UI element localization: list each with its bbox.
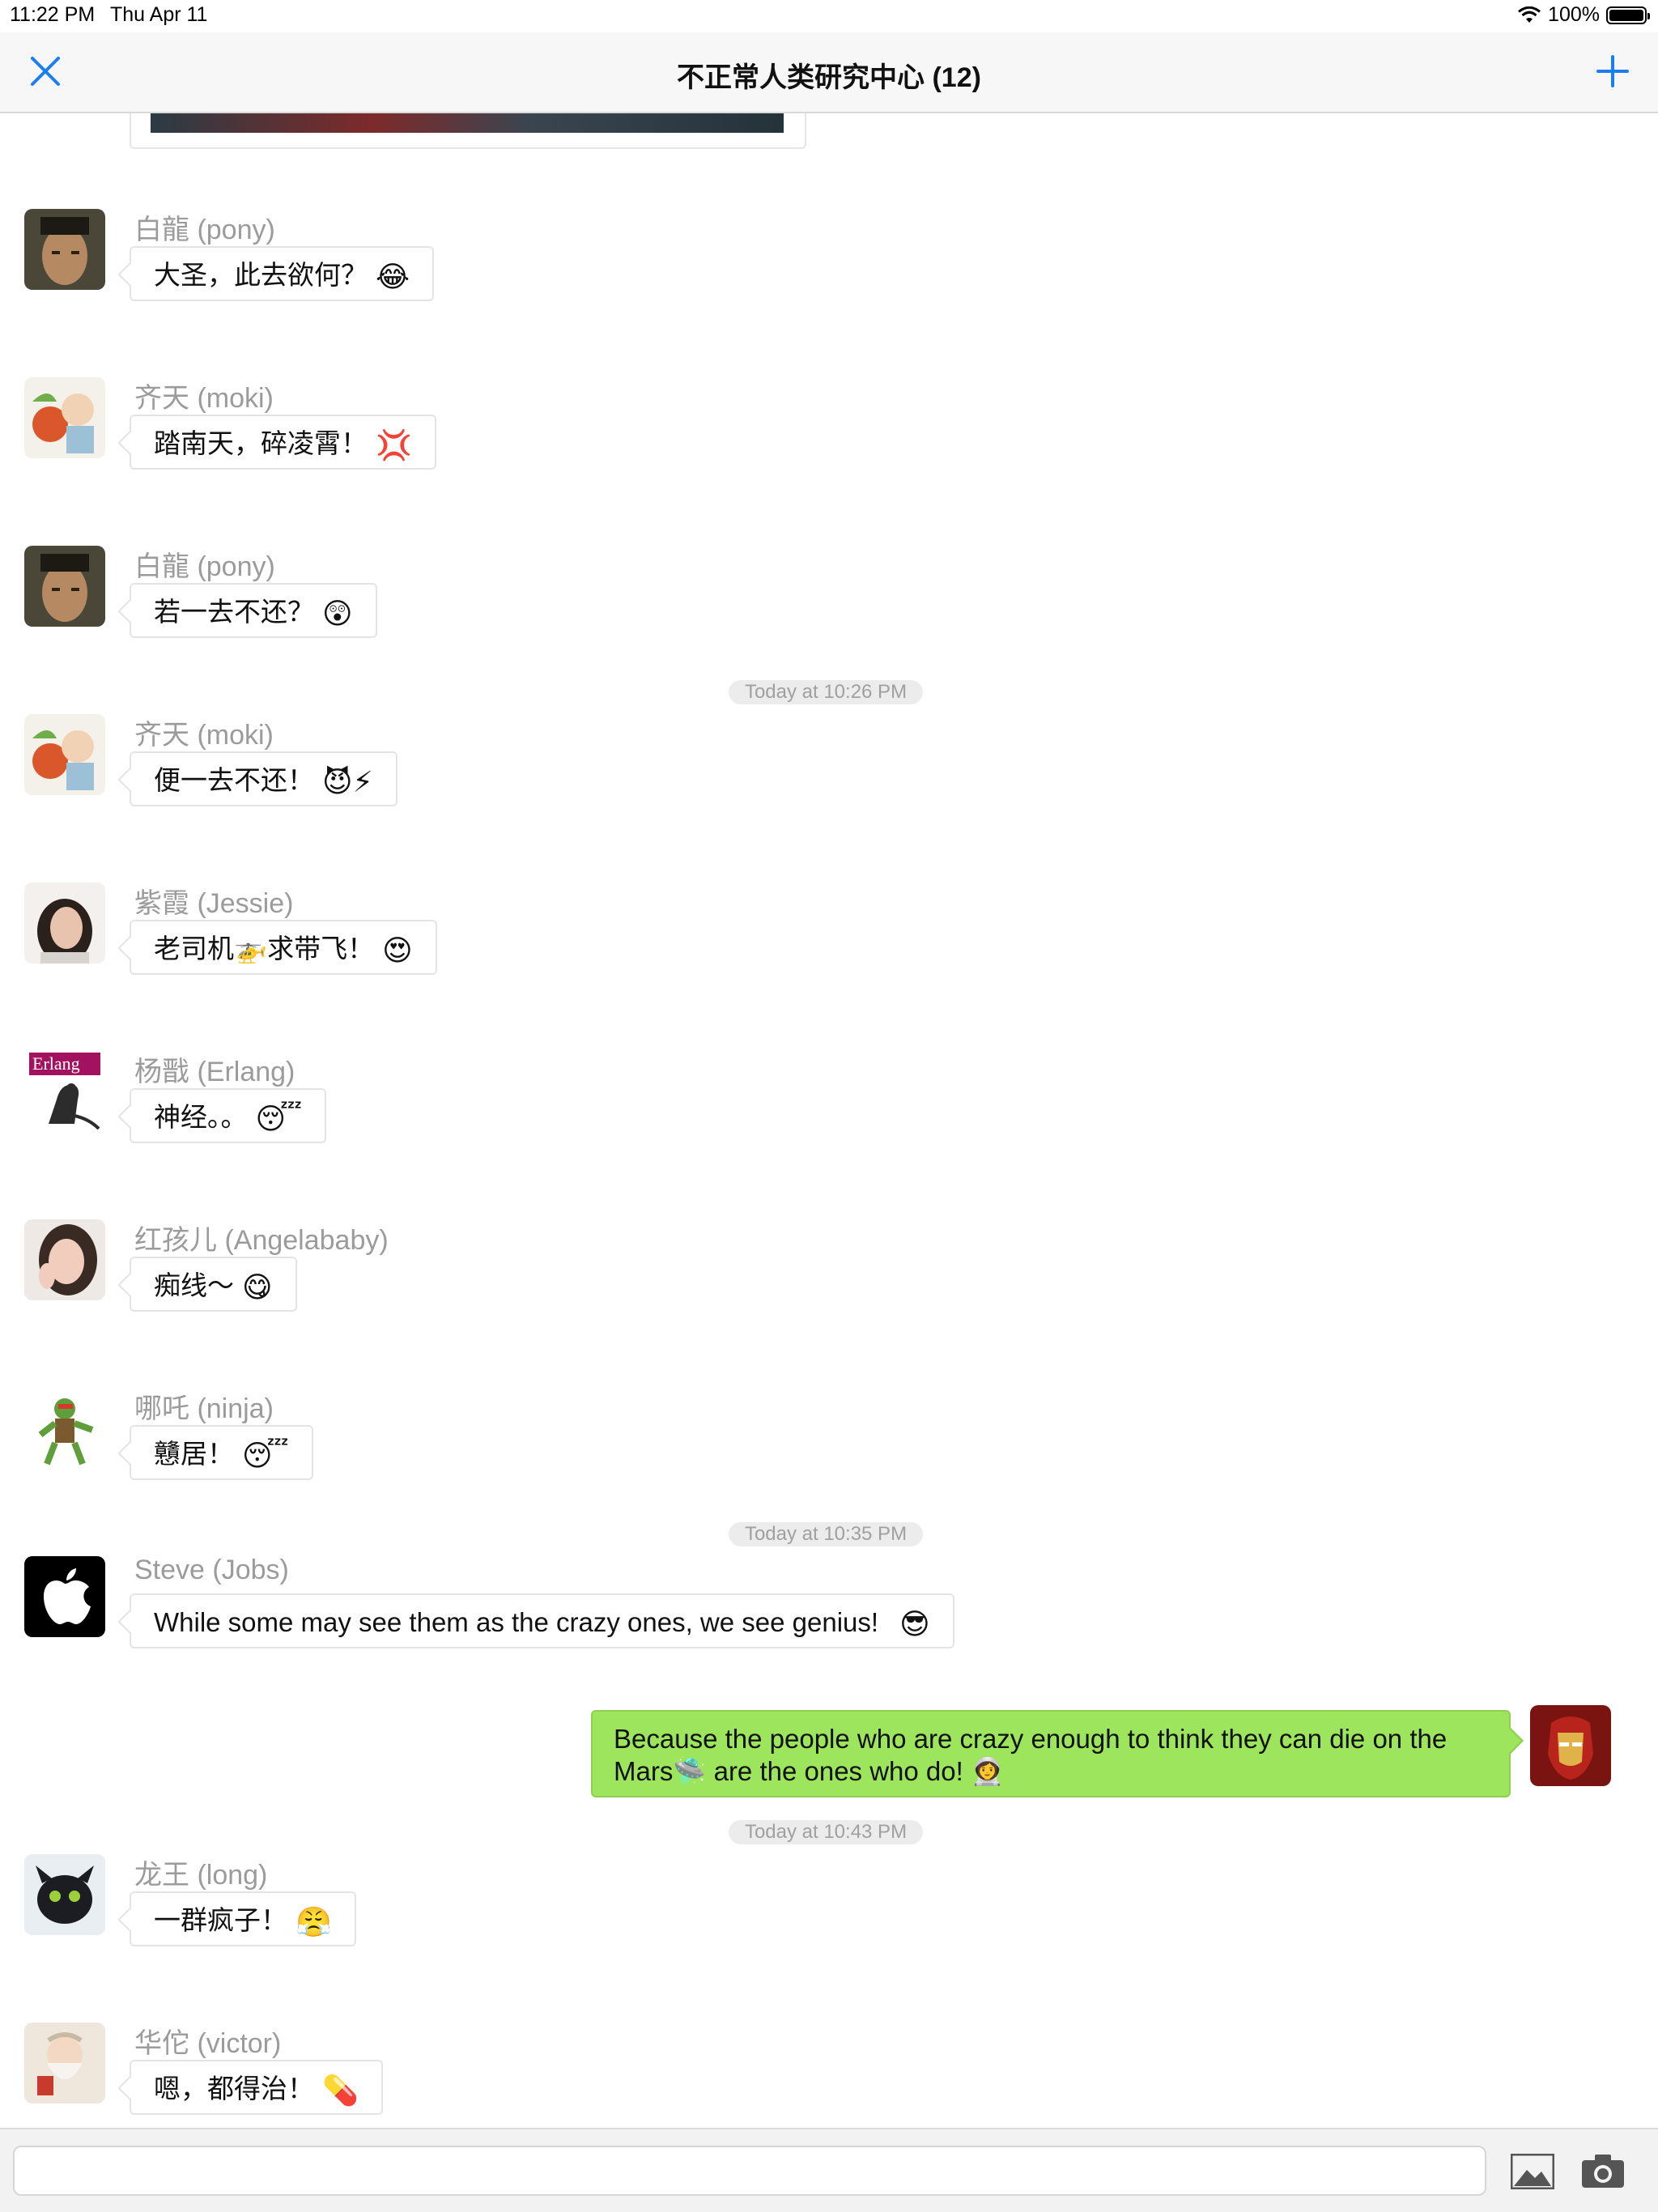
image-thumbnail[interactable] [151, 113, 784, 133]
sender-name: 齐天 (moki) [134, 383, 274, 414]
avatar-jessie[interactable] [24, 883, 105, 963]
status-date: Thu Apr 11 [110, 3, 208, 26]
message-text: 踏南天，碎凌霄！ [154, 428, 368, 458]
battery-icon [1606, 6, 1650, 24]
page-title: 不正常人类研究中心 (12) [677, 62, 981, 93]
message-text: 一群疯子！ [154, 1905, 287, 1935]
wifi-icon [1518, 6, 1541, 23]
status-bar: 11:22 PM Thu Apr 11 100% [0, 0, 1658, 32]
message-bubble[interactable]: 一群疯子！ 😤 [130, 1891, 356, 1946]
sender-name: 白龍 (pony) [134, 551, 275, 582]
message-text: 便一去不还！ [154, 765, 314, 795]
message-text: 大圣，此去欲何？ [154, 260, 368, 290]
message-bubble[interactable]: 戇居！ 😴 [130, 1425, 313, 1480]
emoji: 😋 [242, 1270, 273, 1304]
image-message[interactable] [130, 113, 806, 149]
sender-name: 龙王 (long) [134, 1860, 268, 1891]
emoji: 😎 [899, 1607, 930, 1641]
message-text: 痴线～ [154, 1270, 234, 1300]
message-bubble[interactable]: 神经。。 😴 [130, 1088, 327, 1143]
nav-bar: 不正常人类研究中心 (12) [0, 32, 1658, 113]
avatar-me[interactable] [1530, 1705, 1611, 1786]
message-bubble[interactable]: 痴线～ 😋 [130, 1257, 297, 1312]
sender-name: 哪吒 (ninja) [134, 1393, 274, 1424]
emoji: 😂 [376, 260, 410, 294]
outgoing-message-bubble[interactable]: Because the people who are crazy enough … [591, 1710, 1511, 1797]
avatar-erlang[interactable]: Erlang [24, 1051, 105, 1132]
emoji: 💊 [322, 2074, 359, 2108]
message-text: 戇居！ [154, 1439, 234, 1469]
camera-icon[interactable] [1580, 2152, 1626, 2189]
image-icon[interactable] [1511, 2154, 1554, 2189]
status-right: 100% [1517, 3, 1650, 27]
message-text: 嗯，都得治！ [154, 2074, 314, 2104]
message-text: 若一去不还？ [154, 597, 314, 627]
message-text: 老司机🚁求带飞！ [154, 934, 375, 963]
sender-name: 杨戬 (Erlang) [134, 1057, 295, 1087]
message-text: Because the people who are crazy enough … [614, 1724, 1448, 1786]
timestamp: Today at 10:26 PM [729, 680, 923, 704]
avatar-ninja[interactable] [24, 1388, 105, 1469]
avatar-steve[interactable] [24, 1556, 105, 1637]
message-text: While some may see them as the crazy one… [154, 1607, 879, 1637]
sender-name: 红孩儿 (Angelababy) [134, 1225, 389, 1256]
emoji: 😴 [242, 1439, 289, 1473]
avatar-moki[interactable] [24, 377, 105, 458]
plus-icon[interactable] [1596, 55, 1629, 87]
avatar-angelababy[interactable] [24, 1219, 105, 1300]
emoji: 😍 [382, 934, 413, 968]
message-input[interactable] [13, 2146, 1486, 2196]
message-bubble[interactable]: 嗯，都得治！ 💊 [130, 2060, 383, 2115]
timestamp: Today at 10:43 PM [729, 1820, 923, 1844]
message-bubble[interactable]: 老司机🚁求带飞！ 😍 [130, 920, 437, 975]
avatar-moki[interactable] [24, 714, 105, 795]
message-text: 神经。。 [154, 1102, 248, 1132]
message-bubble[interactable]: 若一去不还？ 😲 [130, 583, 377, 638]
avatar-long[interactable] [24, 1854, 105, 1935]
sender-name: 紫霞 (Jessie) [134, 888, 294, 919]
sender-name: 白龍 (pony) [134, 215, 275, 245]
message-bubble[interactable]: 便一去不还！ 😈⚡ [130, 751, 397, 806]
input-bar [0, 2128, 1658, 2212]
message-bubble[interactable]: 踏南天，碎凌霄！ 💢 [130, 415, 436, 470]
emoji: 💢 [376, 428, 412, 462]
battery-percent: 100% [1548, 3, 1600, 26]
timestamp: Today at 10:35 PM [729, 1522, 923, 1546]
avatar-pony[interactable] [24, 209, 105, 290]
emoji: 😤 [295, 1905, 332, 1939]
emoji: 😴 [255, 1102, 303, 1136]
sender-name: 华佗 (victor) [134, 2028, 282, 2059]
message-bubble[interactable]: While some may see them as the crazy one… [130, 1593, 954, 1648]
sender-name: Steve (Jobs) [134, 1555, 289, 1585]
emoji: 😈⚡ [322, 765, 373, 799]
avatar-victor[interactable] [24, 2023, 105, 2104]
sender-name: 齐天 (moki) [134, 720, 274, 751]
status-time: 11:22 PM [10, 3, 96, 26]
chat-scroll-area[interactable]: 白龍 (pony) 大圣，此去欲何？ 😂 齐天 (moki) 踏南天，碎凌霄！ 💢 … [0, 113, 1658, 2128]
emoji: 😲 [322, 597, 353, 631]
avatar-pony[interactable] [24, 546, 105, 627]
message-bubble[interactable]: 大圣，此去欲何？ 😂 [130, 246, 435, 301]
apple-logo-icon [44, 1568, 91, 1624]
